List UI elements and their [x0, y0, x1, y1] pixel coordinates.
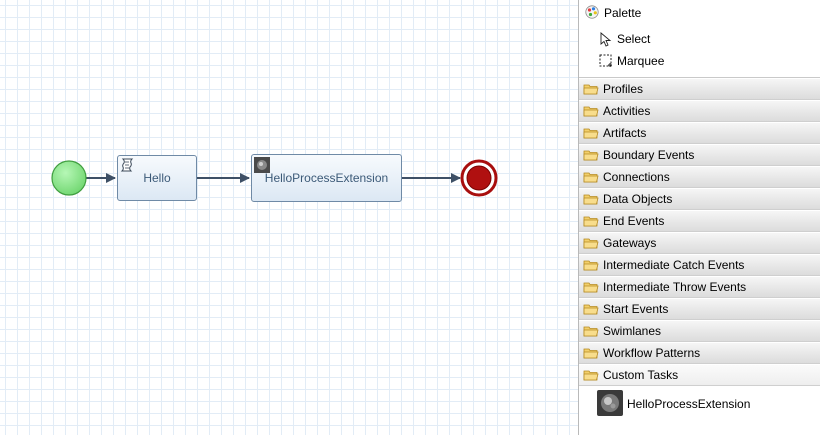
- select-tool[interactable]: Select: [579, 28, 820, 50]
- drawer-label: Connections: [603, 170, 670, 184]
- folder-icon: [583, 149, 599, 161]
- folder-icon: [583, 83, 599, 95]
- drawer-profiles[interactable]: Profiles: [579, 79, 820, 100]
- start-event[interactable]: [51, 160, 87, 196]
- folder-icon: [583, 347, 599, 359]
- drawer-end-events[interactable]: End Events: [579, 211, 820, 232]
- palette-title: Palette: [604, 6, 642, 20]
- drawer-label: Intermediate Catch Events: [603, 258, 745, 272]
- diagram-canvas[interactable]: Hello HelloProcessExtension: [0, 0, 578, 435]
- drawer-label: Artifacts: [603, 126, 647, 140]
- drawer-connections[interactable]: Connections: [579, 167, 820, 188]
- arrow-pointer-icon: [599, 31, 613, 47]
- drawer-intermediate-throw-events[interactable]: Intermediate Throw Events: [579, 277, 820, 298]
- folder-icon: [583, 171, 599, 183]
- drawer-custom-tasks[interactable]: Custom Tasks: [579, 365, 820, 386]
- drawer-start-events[interactable]: Start Events: [579, 299, 820, 320]
- drawer-label: Swimlanes: [603, 324, 662, 338]
- folder-icon: [583, 105, 599, 117]
- custom-item-label: HelloProcessExtension: [627, 397, 751, 411]
- palette-header[interactable]: Palette: [579, 0, 820, 26]
- folder-icon: [583, 215, 599, 227]
- task-label: HelloProcessExtension: [264, 171, 389, 185]
- custom-task-icon: [597, 389, 623, 419]
- drawer-label: Gateways: [603, 236, 657, 250]
- marquee-tool[interactable]: Marquee: [579, 50, 820, 72]
- folder-icon: [583, 237, 599, 249]
- drawer-label: Intermediate Throw Events: [603, 280, 747, 294]
- end-event-fill: [466, 165, 492, 191]
- drawer-label: Custom Tasks: [603, 368, 679, 382]
- drawer-label: Data Objects: [603, 192, 673, 206]
- palette-panel: Palette Select Marquee Profiles Activiti…: [578, 0, 820, 435]
- task-hello-process-extension[interactable]: HelloProcessExtension: [251, 154, 402, 202]
- drawer-label: Activities: [603, 104, 651, 118]
- palette-drawers: Profiles Activities Artifacts Boundary E…: [579, 79, 820, 418]
- palette-tools: Select Marquee: [579, 26, 820, 78]
- drawer-boundary-events[interactable]: Boundary Events: [579, 145, 820, 166]
- drawer-intermediate-catch-events[interactable]: Intermediate Catch Events: [579, 255, 820, 276]
- drawer-swimlanes[interactable]: Swimlanes: [579, 321, 820, 342]
- drawer-data-objects[interactable]: Data Objects: [579, 189, 820, 210]
- palette-item-hello-process-extension[interactable]: HelloProcessExtension: [579, 389, 820, 419]
- folder-icon: [583, 259, 599, 271]
- drawer-label: Start Events: [603, 302, 669, 316]
- drawer-artifacts[interactable]: Artifacts: [579, 123, 820, 144]
- folder-icon: [583, 325, 599, 337]
- drawer-gateways[interactable]: Gateways: [579, 233, 820, 254]
- diagram-connections: [51, 159, 498, 197]
- drawer-label: End Events: [603, 214, 665, 228]
- task-hello[interactable]: Hello: [117, 155, 197, 201]
- task-label: Hello: [143, 171, 171, 185]
- drawer-workflow-patterns[interactable]: Workflow Patterns: [579, 343, 820, 364]
- drawer-label: Workflow Patterns: [603, 346, 701, 360]
- folder-icon: [583, 127, 599, 139]
- drawer-label: Boundary Events: [603, 148, 695, 162]
- folder-icon: [583, 193, 599, 205]
- drawer-activities[interactable]: Activities: [579, 101, 820, 122]
- tool-label: Select: [617, 32, 651, 46]
- folder-icon: [583, 281, 599, 293]
- tool-label: Marquee: [617, 54, 665, 68]
- marquee-icon: [599, 53, 613, 69]
- palette-icon: [585, 4, 599, 22]
- folder-open-icon: [583, 369, 599, 381]
- drawer-label: Profiles: [603, 82, 644, 96]
- folder-icon: [583, 303, 599, 315]
